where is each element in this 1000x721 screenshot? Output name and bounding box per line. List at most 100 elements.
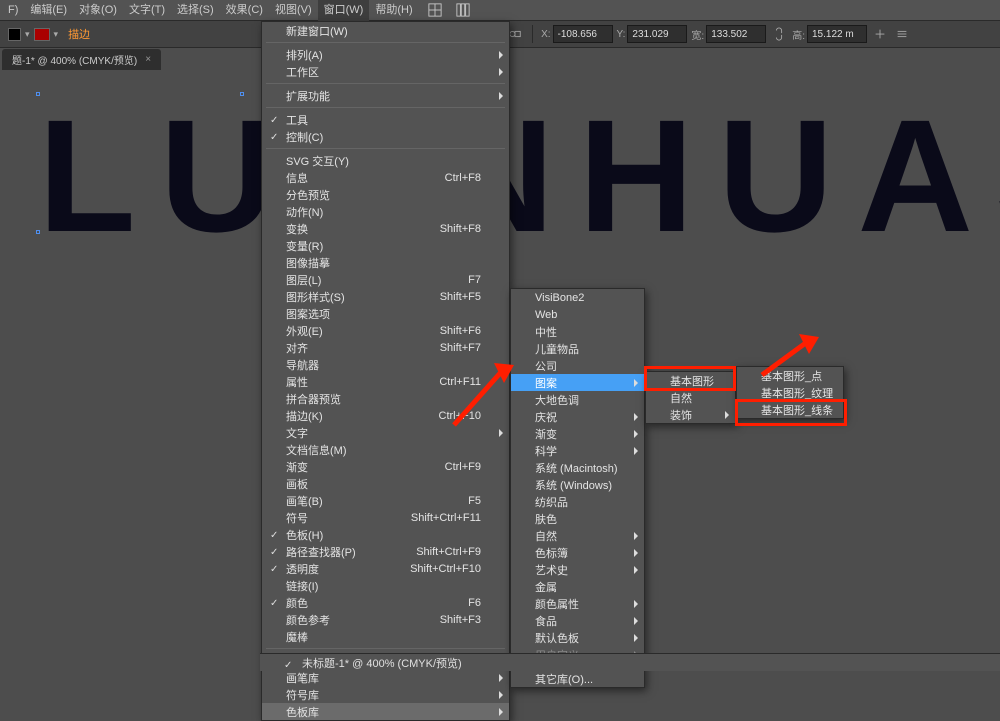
menu-item[interactable]: 图层(L)F7 [262,271,509,288]
x-input[interactable] [553,25,613,43]
menu-item[interactable]: 工作区 [262,63,509,80]
height-input[interactable] [807,25,867,43]
menu-item[interactable]: 颜色属性 [511,595,644,612]
menu-item[interactable]: 符号库 [262,686,509,703]
menu-item[interactable]: 外观(E)Shift+F6 [262,322,509,339]
stroke-dropdown-icon[interactable]: ▾ [54,29,59,40]
menu-item[interactable]: 图像描摹 [262,254,509,271]
menu-item[interactable]: 系统 (Windows) [511,476,644,493]
menu-item[interactable]: 艺术史 [511,561,644,578]
close-tab-icon[interactable]: × [145,54,151,65]
menu-item[interactable]: 食品 [511,612,644,629]
menu-item[interactable]: 自然 [511,527,644,544]
menu-item[interactable]: 分色预览 [262,186,509,203]
menu-item[interactable]: 庆祝 [511,408,644,425]
menu-window[interactable]: 窗口(W) [318,0,370,21]
menu-item[interactable]: 图形样式(S)Shift+F5 [262,288,509,305]
menu-item[interactable]: 路径查找器(P)Shift+Ctrl+F9 [262,543,509,560]
menu-item-label: 自然 [535,528,557,544]
stroke-swatch[interactable] [34,28,50,41]
menu-item[interactable]: 变量(R) [262,237,509,254]
fill-swatch[interactable] [8,28,21,41]
menu-item[interactable]: 控制(C) [262,128,509,145]
link-wh-icon[interactable] [770,25,788,43]
menu-shortcut: Shift+F8 [440,223,481,235]
menu-item[interactable]: 图案 [511,374,644,391]
menu-item[interactable]: 文字 [262,424,509,441]
fill-dropdown-icon[interactable]: ▾ [25,29,30,40]
menu-effect[interactable]: 效果(C) [220,0,269,21]
menu-view[interactable]: 视图(V) [269,0,318,21]
menu-item[interactable]: 透明度Shift+Ctrl+F10 [262,560,509,577]
menu-item[interactable]: 色板(H) [262,526,509,543]
menu-item[interactable]: 画笔(B)F5 [262,492,509,509]
menu-item[interactable]: 色板库 [262,703,509,720]
menu-item[interactable]: 渐变Ctrl+F9 [262,458,509,475]
menu-item[interactable]: 扩展功能 [262,87,509,104]
menu-item[interactable]: 属性Ctrl+F11 [262,373,509,390]
layout-columns-icon[interactable] [451,1,475,19]
menu-item[interactable]: 动作(N) [262,203,509,220]
menu-item[interactable]: 颜色F6 [262,594,509,611]
menu-item[interactable]: 导航器 [262,356,509,373]
menu-item[interactable]: 画笔库 [262,669,509,686]
menu-item[interactable]: 画板 [262,475,509,492]
menu-help[interactable]: 帮助(H) [369,0,418,21]
selection-handle[interactable] [36,230,40,234]
more-icon[interactable] [893,25,911,43]
menu-item[interactable]: 描边(K)Ctrl+F10 [262,407,509,424]
menu-text[interactable]: 文字(T) [123,0,171,21]
menu-item[interactable]: 颜色参考Shift+F3 [262,611,509,628]
menu-item[interactable]: 拼合器预览 [262,390,509,407]
menu-separator [266,107,505,108]
menu-item[interactable]: 魔棒 [262,628,509,645]
menu-item[interactable]: 大地色调 [511,391,644,408]
menu-item[interactable]: 变换Shift+F8 [262,220,509,237]
menu-edit[interactable]: 编辑(E) [24,0,73,21]
selection-handle[interactable] [240,92,244,96]
selection-handle[interactable] [36,92,40,96]
stroke-label[interactable]: 描边 [62,24,96,44]
menu-item[interactable]: 工具 [262,111,509,128]
menu-item[interactable]: 新建窗口(W) [262,22,509,39]
menu-item[interactable]: 图案选项 [262,305,509,322]
menu-shortcut: Ctrl+F8 [445,172,481,184]
menu-item[interactable]: 自然 [646,389,735,406]
layout-grid-icon[interactable] [423,1,447,19]
open-documents-item[interactable]: 未标题-1* @ 400% (CMYK/预览) [260,653,1000,671]
menu-item[interactable]: SVG 交互(Y) [262,152,509,169]
menu-item[interactable]: 儿童物品 [511,340,644,357]
menu-item[interactable]: 金属 [511,578,644,595]
transform-icon[interactable] [871,25,889,43]
menu-item[interactable]: 公司 [511,357,644,374]
menu-item[interactable]: 文档信息(M) [262,441,509,458]
y-input[interactable] [627,25,687,43]
menu-item[interactable]: VisiBone2 [511,289,644,306]
menu-item[interactable]: Web [511,306,644,323]
menu-item[interactable]: 对齐Shift+F7 [262,339,509,356]
menu-item[interactable]: 渐变 [511,425,644,442]
menu-item[interactable]: 中性 [511,323,644,340]
menu-object[interactable]: 对象(O) [73,0,123,21]
menu-item[interactable]: 信息Ctrl+F8 [262,169,509,186]
menu-item[interactable]: 基本图形_纹理 [737,384,843,401]
menu-file[interactable]: F) [2,0,24,21]
menu-item[interactable]: 肤色 [511,510,644,527]
document-tab[interactable]: 题-1* @ 400% (CMYK/预览) × [2,49,161,70]
menu-item[interactable]: 基本图形_点 [737,367,843,384]
menu-item[interactable]: 排列(A) [262,46,509,63]
menu-item[interactable]: 色标簿 [511,544,644,561]
menu-item[interactable]: 默认色板 [511,629,644,646]
menu-item[interactable]: 装饰 [646,406,735,423]
menu-item[interactable]: 符号Shift+Ctrl+F11 [262,509,509,526]
menu-item[interactable]: 基本图形_线条 [737,401,843,418]
menu-item[interactable]: 纺织品 [511,493,644,510]
menu-item[interactable]: 链接(I) [262,577,509,594]
menu-item[interactable]: 系统 (Macintosh) [511,459,644,476]
width-input[interactable] [706,25,766,43]
menu-item-label: 分色预览 [286,187,330,203]
menu-select[interactable]: 选择(S) [171,0,220,21]
menu-item[interactable]: 其它库(O)... [511,670,644,687]
menu-item[interactable]: 科学 [511,442,644,459]
menu-item[interactable]: 基本图形 [646,372,735,389]
